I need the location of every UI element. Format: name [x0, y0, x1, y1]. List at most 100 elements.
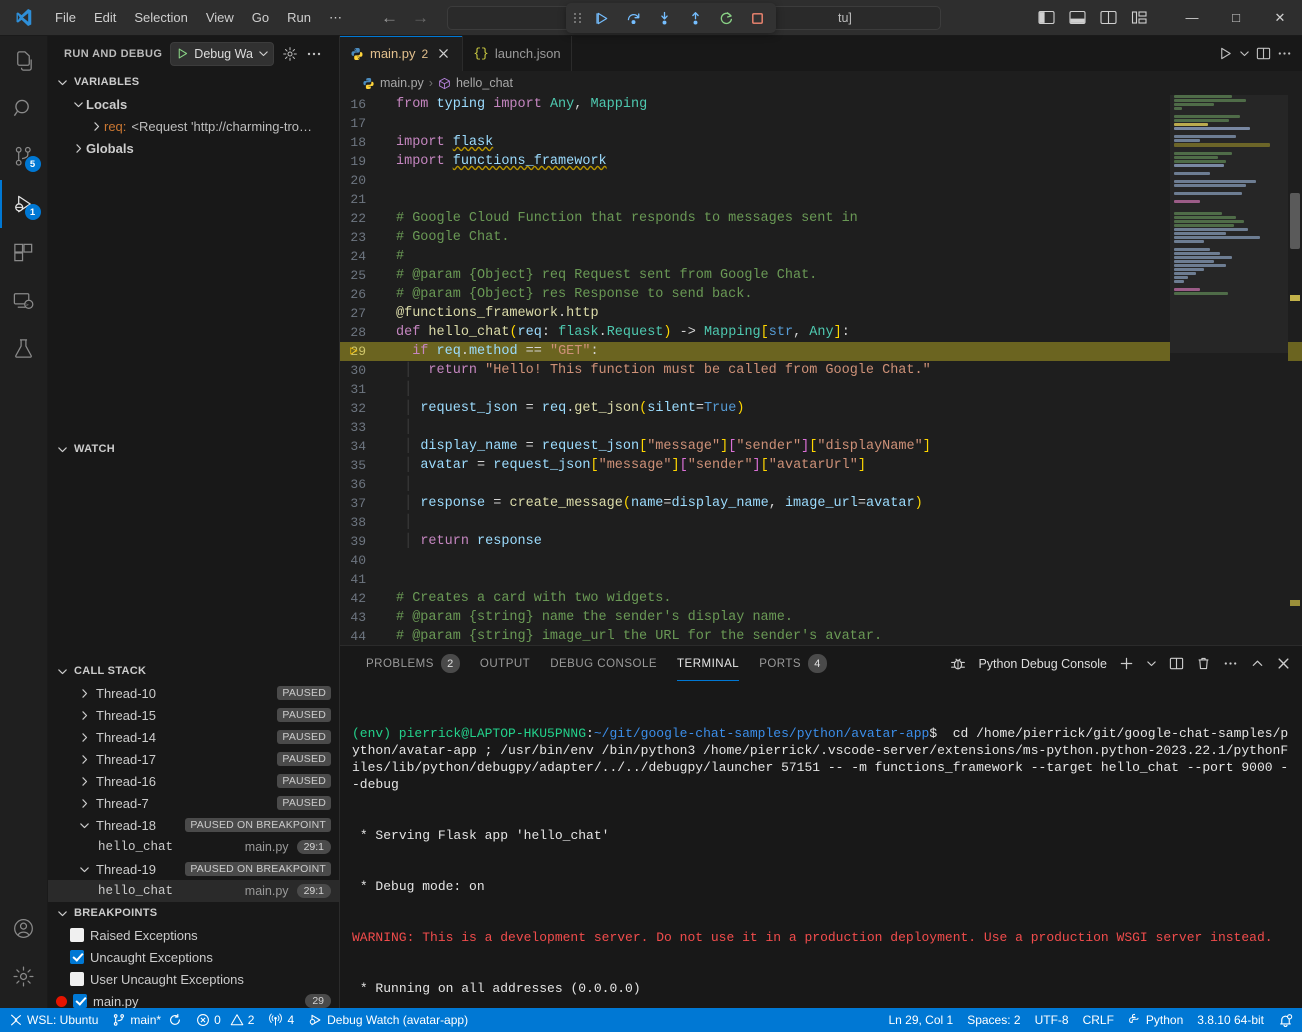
breakpoint-row-user-uncaught-exceptions[interactable]: User Uncaught Exceptions: [48, 968, 339, 990]
watch-tree[interactable]: [48, 460, 339, 660]
go-back-icon[interactable]: ←: [381, 8, 398, 28]
chevron-right-icon[interactable]: [76, 707, 92, 723]
chevron-right-icon[interactable]: [70, 140, 86, 156]
debug-toolbar[interactable]: [566, 3, 776, 33]
editor-scrollbar[interactable]: [1288, 95, 1302, 645]
panel-more-actions-icon[interactable]: [1223, 656, 1238, 671]
variables-scope-globals[interactable]: Globals: [48, 137, 339, 159]
status-language-mode[interactable]: Python: [1121, 1008, 1190, 1032]
activitybar-item-remote-explorer[interactable]: >_: [0, 276, 48, 324]
code-line[interactable]: 30 │ return "Hello! This function must b…: [340, 361, 1302, 380]
new-terminal-icon[interactable]: [1119, 656, 1134, 671]
activitybar-item-source-control[interactable]: 5: [0, 132, 48, 180]
callstack-thread-row[interactable]: Thread-17 PAUSED: [48, 748, 339, 770]
toggle-secondary-sidebar-icon[interactable]: [1100, 10, 1117, 25]
code-line[interactable]: 43# @param {string} name the sender's di…: [340, 608, 1302, 627]
menu-go[interactable]: Go: [243, 6, 278, 29]
code-line[interactable]: 27@functions_framework.http: [340, 304, 1302, 323]
callstack-thread-row[interactable]: Thread-15 PAUSED: [48, 704, 339, 726]
activitybar-item-extensions[interactable]: [0, 228, 48, 276]
breakpoint-checkbox[interactable]: [73, 994, 87, 1008]
menu-selection[interactable]: Selection: [125, 6, 196, 29]
status-branch[interactable]: main*: [105, 1008, 189, 1032]
code-editor[interactable]: 16from typing import Any, Mapping 17 18i…: [340, 95, 1302, 645]
chevron-right-icon[interactable]: [76, 729, 92, 745]
chevron-right-icon[interactable]: [76, 685, 92, 701]
code-line[interactable]: 41: [340, 570, 1302, 589]
chevron-right-icon[interactable]: [76, 751, 92, 767]
tab-launch-json[interactable]: {} launch.json: [463, 36, 571, 71]
editor-more-actions-icon[interactable]: [1277, 46, 1292, 61]
chevron-down-icon[interactable]: [76, 817, 92, 833]
callstack-thread-row[interactable]: Thread-16 PAUSED: [48, 770, 339, 792]
tab-close-icon[interactable]: [434, 45, 452, 63]
editor-minimap[interactable]: [1170, 95, 1288, 645]
window-close-button[interactable]: ✕: [1258, 0, 1302, 36]
split-editor-icon[interactable]: [1256, 46, 1271, 61]
run-python-file-icon[interactable]: [1218, 46, 1233, 61]
activitybar-item-run-and-debug[interactable]: 1: [0, 180, 48, 228]
menu-edit[interactable]: Edit: [85, 6, 125, 29]
chevron-down-icon[interactable]: [1146, 658, 1157, 669]
maximize-panel-icon[interactable]: [1250, 656, 1265, 671]
sidebar-more-actions-icon[interactable]: [306, 46, 322, 62]
split-terminal-icon[interactable]: [1169, 656, 1184, 671]
code-line[interactable]: 21: [340, 190, 1302, 209]
menu-more[interactable]: ⋯: [320, 6, 351, 30]
code-line[interactable]: 40: [340, 551, 1302, 570]
callstack-frame-row[interactable]: hello_chat main.py 29:1: [48, 836, 339, 858]
code-line[interactable]: 24#: [340, 247, 1302, 266]
menu-file[interactable]: File: [46, 6, 85, 29]
activitybar-item-testing[interactable]: [0, 324, 48, 372]
section-watch-header[interactable]: WATCH: [48, 438, 339, 460]
status-eol[interactable]: CRLF: [1076, 1008, 1121, 1032]
code-line-current-debug[interactable]: ▷29 if req.method == "GET":: [340, 342, 1302, 361]
window-maximize-button[interactable]: □: [1214, 0, 1258, 36]
code-line[interactable]: 33 │: [340, 418, 1302, 437]
callstack-thread-row[interactable]: Thread-10 PAUSED: [48, 682, 339, 704]
activitybar-item-accounts[interactable]: [0, 904, 48, 952]
breakpoint-checkbox[interactable]: [70, 928, 84, 942]
section-callstack-header[interactable]: CALL STACK: [48, 660, 339, 682]
open-launch-config-icon[interactable]: [282, 46, 298, 62]
section-variables-header[interactable]: VARIABLES: [48, 71, 339, 93]
callstack-thread-row[interactable]: Thread-14 PAUSED: [48, 726, 339, 748]
panel-tab-debug-console[interactable]: DEBUG CONSOLE: [540, 646, 667, 681]
debug-toolbar-drag-handle[interactable]: [572, 9, 582, 27]
status-indentation[interactable]: Spaces: 2: [960, 1008, 1027, 1032]
kill-terminal-icon[interactable]: [1196, 656, 1211, 671]
editor-scrollbar-thumb[interactable]: [1290, 193, 1300, 249]
panel-tab-problems[interactable]: PROBLEMS 2: [356, 646, 470, 681]
code-line[interactable]: 36 │: [340, 475, 1302, 494]
sync-icon[interactable]: [168, 1013, 182, 1027]
tab-main-py[interactable]: main.py 2: [340, 36, 463, 71]
breadcrumb-file[interactable]: main.py: [380, 76, 424, 90]
customize-layout-icon[interactable]: [1131, 10, 1148, 25]
callstack-thread-row[interactable]: Thread-18 PAUSED ON BREAKPOINT: [48, 814, 339, 836]
breadcrumb-symbol[interactable]: hello_chat: [456, 76, 513, 90]
breakpoint-row-raised-exceptions[interactable]: Raised Exceptions: [48, 924, 339, 946]
code-line[interactable]: 34 │ display_name = request_json["messag…: [340, 437, 1302, 456]
variables-scope-locals[interactable]: Locals: [48, 93, 339, 115]
active-terminal-label[interactable]: Python Debug Console: [978, 657, 1107, 671]
code-line[interactable]: 32 │ request_json = req.get_json(silent=…: [340, 399, 1302, 418]
code-line[interactable]: 19import functions_framework: [340, 152, 1302, 171]
code-line[interactable]: 20: [340, 171, 1302, 190]
activitybar-item-explorer[interactable]: [0, 36, 48, 84]
code-line[interactable]: 44# @param {string} image_url the URL fo…: [340, 627, 1302, 645]
panel-tab-terminal[interactable]: TERMINAL: [667, 646, 749, 681]
debug-stop-button[interactable]: [744, 6, 770, 30]
window-minimize-button[interactable]: —: [1170, 0, 1214, 36]
code-line[interactable]: 28def hello_chat(req: flask.Request) -> …: [340, 323, 1302, 342]
code-line[interactable]: 26# @param {Object} res Response to send…: [340, 285, 1302, 304]
code-line[interactable]: 23# Google Chat.: [340, 228, 1302, 247]
status-python-interpreter[interactable]: 3.8.10 64-bit: [1190, 1008, 1271, 1032]
status-debug-session[interactable]: Debug Watch (avatar-app): [301, 1008, 475, 1032]
debug-continue-button[interactable]: [589, 6, 615, 30]
code-line[interactable]: 17: [340, 114, 1302, 133]
minimap-viewport-slider[interactable]: [1170, 95, 1288, 353]
status-encoding[interactable]: UTF-8: [1028, 1008, 1076, 1032]
status-notifications[interactable]: [1271, 1008, 1300, 1032]
code-line[interactable]: 25# @param {Object} req Request sent fro…: [340, 266, 1302, 285]
toggle-primary-sidebar-icon[interactable]: [1038, 10, 1055, 25]
